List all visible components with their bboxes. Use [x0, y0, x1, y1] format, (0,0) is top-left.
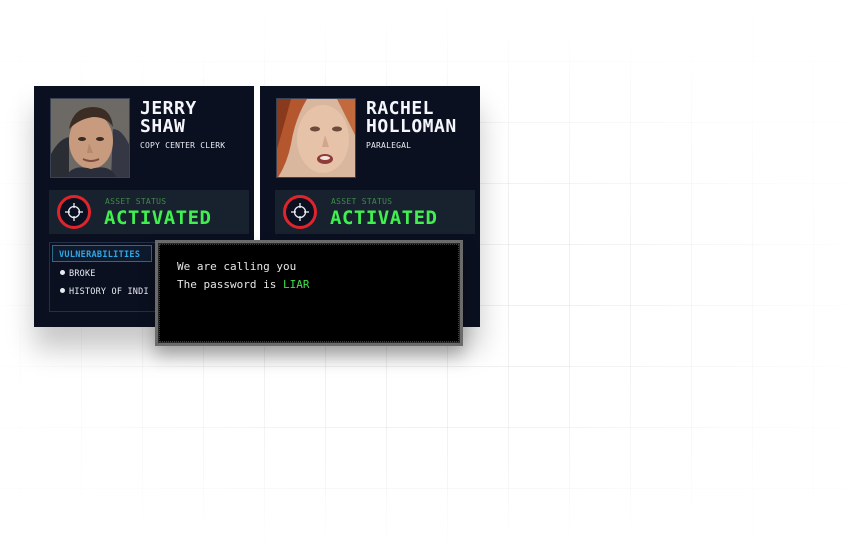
status-value: ACTIVATED [104, 207, 212, 229]
crosshair-icon [291, 203, 309, 221]
target-ring [57, 195, 91, 229]
status-label: ASSET STATUS [331, 197, 393, 206]
bullet-icon [60, 270, 65, 275]
asset-role: PARALEGAL [366, 141, 412, 150]
vulnerability-text: BROKE [69, 269, 96, 279]
terminal-frame [159, 244, 459, 342]
asset-role: COPY CENTER CLERK [140, 141, 226, 150]
vulnerabilities-title: VULNERABILITIES [59, 250, 141, 260]
asset-name: JERRY SHAW [140, 100, 197, 136]
asset-status-panel: ASSET STATUS ACTIVATED [49, 190, 249, 234]
vulnerability-text: HISTORY OF INDI [69, 287, 149, 297]
asset-photo [276, 98, 356, 178]
vulnerability-item: HISTORY OF INDI [60, 287, 149, 297]
terminal-message-window[interactable]: We are calling you The password is LIAR [155, 240, 463, 346]
vulnerability-item: BROKE [60, 269, 96, 279]
asset-name-line2: HOLLOMAN [366, 116, 457, 137]
status-label: ASSET STATUS [105, 197, 167, 206]
vulnerabilities-header: VULNERABILITIES [52, 245, 152, 262]
asset-name-line2: SHAW [140, 116, 186, 137]
crosshair-icon [65, 203, 83, 221]
terminal-password: LIAR [282, 278, 310, 291]
terminal-line-2: The password is LIAR [177, 278, 309, 291]
terminal-line-2-text: The password is [177, 278, 283, 291]
target-ring [283, 195, 317, 229]
status-value: ACTIVATED [330, 207, 438, 229]
asset-photo [50, 98, 130, 178]
asset-status-panel: ASSET STATUS ACTIVATED [275, 190, 475, 234]
bullet-icon [60, 288, 65, 293]
terminal-line-1: We are calling you [177, 260, 297, 273]
asset-name: RACHEL HOLLOMAN [366, 100, 457, 136]
